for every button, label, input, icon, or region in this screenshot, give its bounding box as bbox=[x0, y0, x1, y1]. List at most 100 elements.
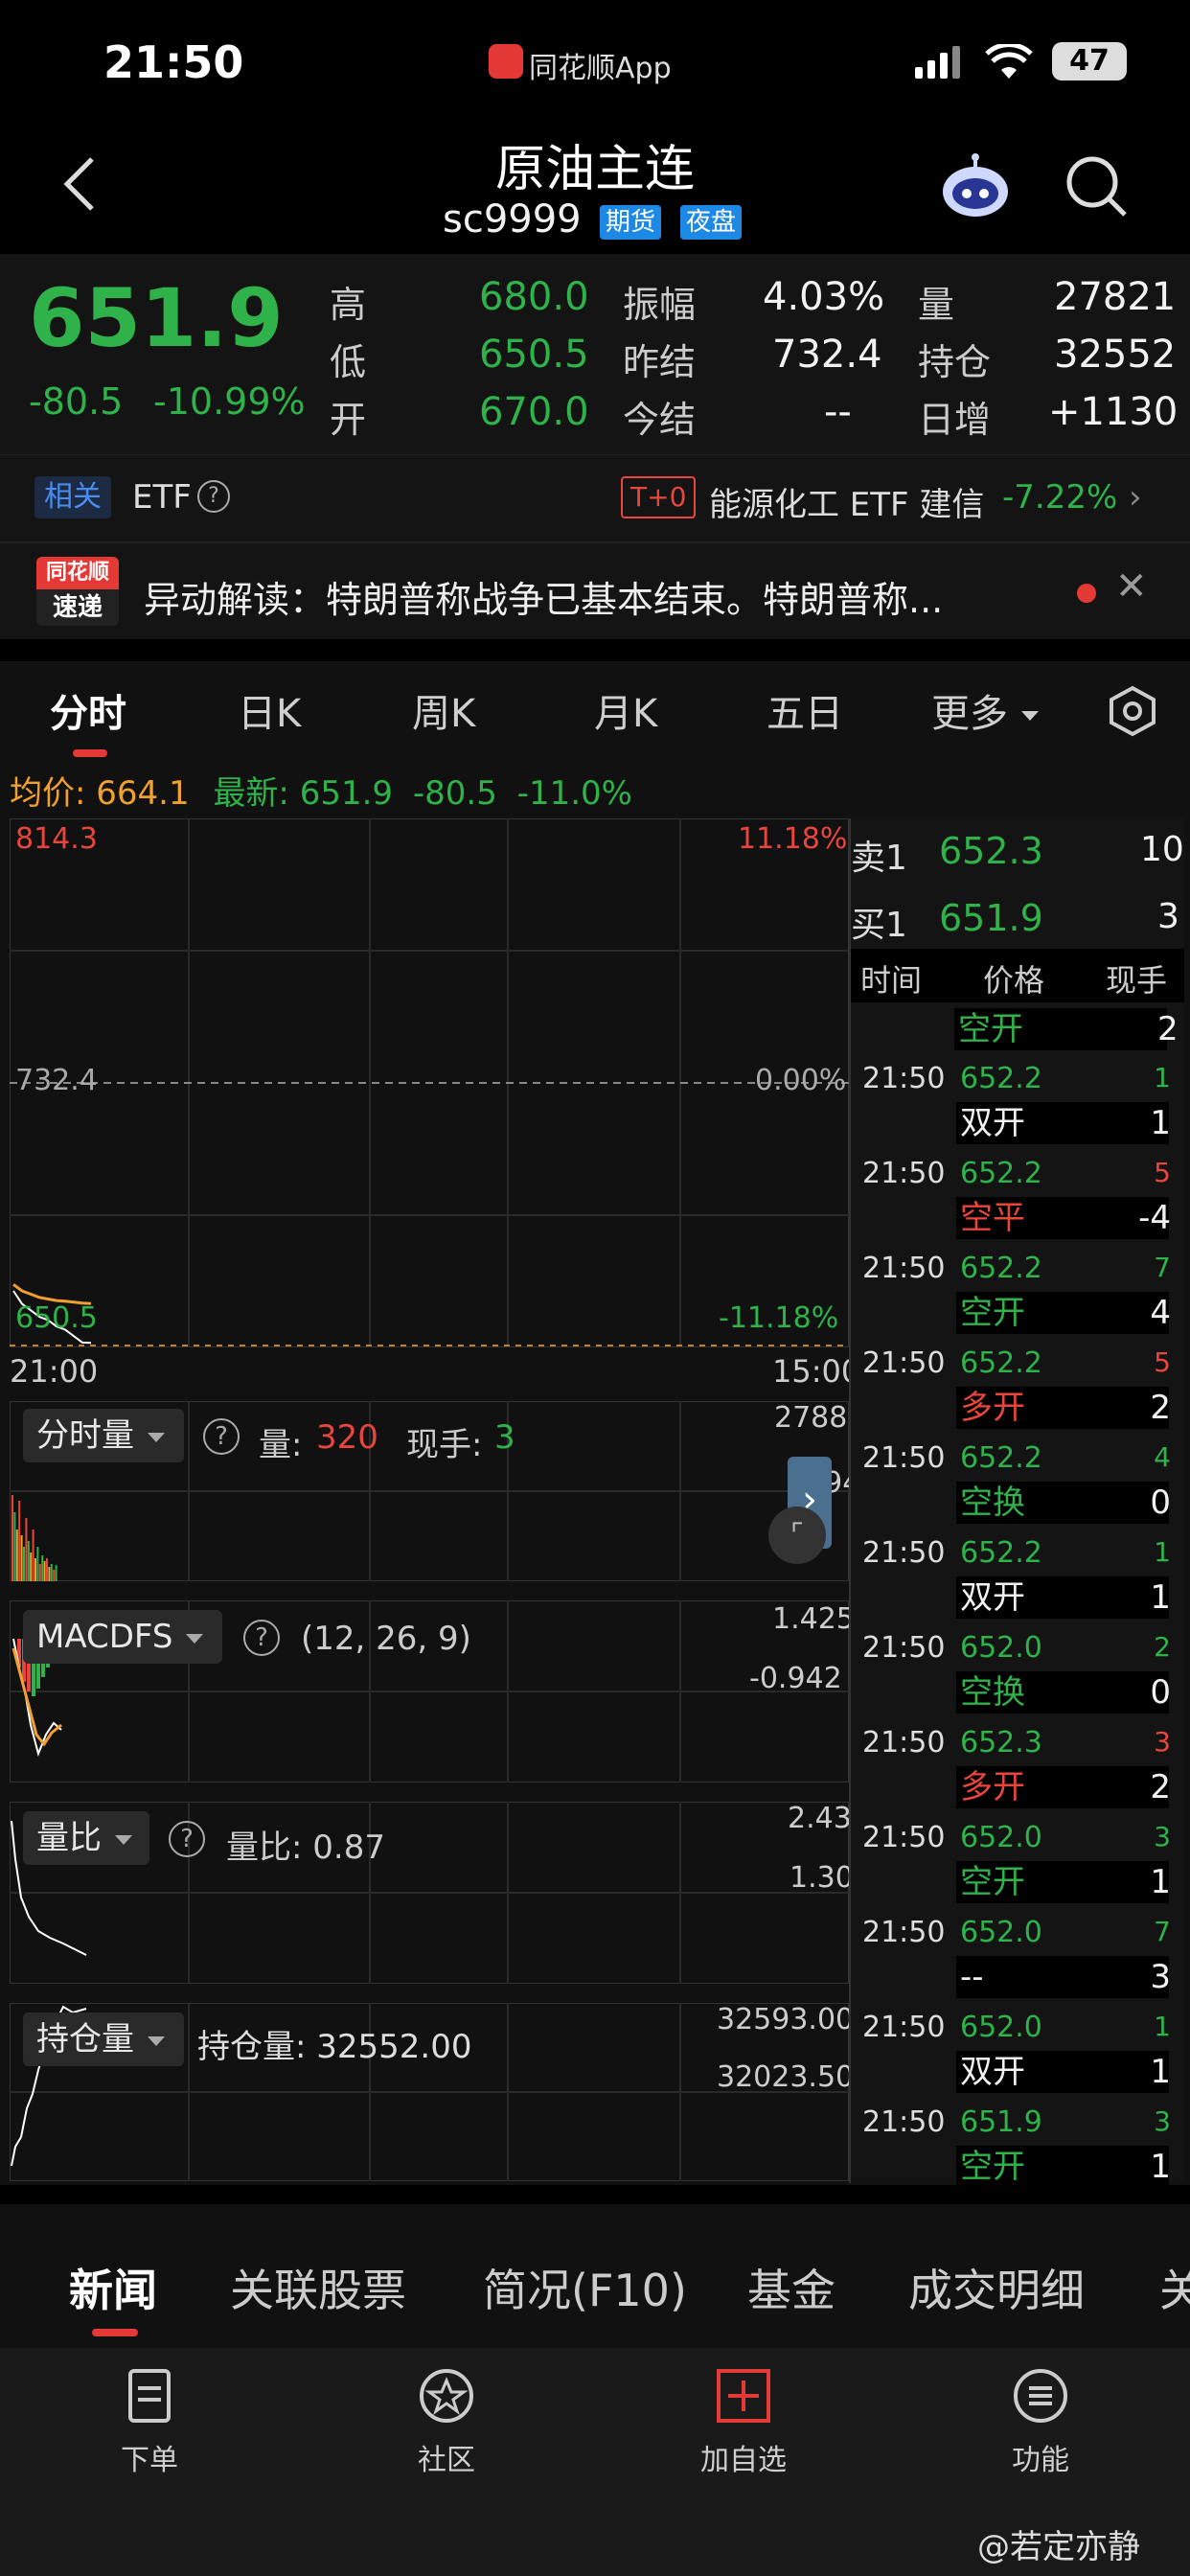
trade-time: 21:50 bbox=[862, 1821, 946, 1854]
trade-type: -- bbox=[956, 1956, 1169, 1998]
field-label: 高 bbox=[330, 284, 367, 326]
field-label: 开 bbox=[330, 399, 367, 441]
fullscreen-icon[interactable]: ⌜ bbox=[768, 1506, 826, 1564]
help-icon[interactable]: ? bbox=[169, 1821, 205, 1857]
news-alert-banner[interactable]: 同花顺 速递 异动解读：特朗普称战争已基本结束。特朗普称... ✕ bbox=[0, 543, 1190, 639]
star-badge-icon bbox=[420, 2369, 473, 2423]
close-icon[interactable]: ✕ bbox=[1115, 564, 1148, 609]
tab-related-stocks[interactable]: 关联股票 bbox=[230, 2256, 406, 2319]
ratio-selector[interactable]: 量比 bbox=[23, 1811, 149, 1865]
t0-badge: T+0 bbox=[621, 476, 697, 518]
oi-label: 持仓量: 32552.00 bbox=[197, 2028, 472, 2066]
help-icon[interactable]: ? bbox=[197, 480, 230, 513]
volume-bar bbox=[36, 1547, 39, 1581]
pct-bottom-label: -11.18% bbox=[719, 1301, 839, 1335]
volume-bar bbox=[15, 1530, 18, 1581]
vol-label: 量: bbox=[259, 1426, 303, 1464]
header-hand: 现手 bbox=[1106, 962, 1168, 999]
trade-price: 652.2 bbox=[960, 1441, 1042, 1475]
news-text: 异动解读：特朗普称战争已基本结束。特朗普称... bbox=[144, 579, 944, 621]
oi-y-mid: 32023.50 bbox=[717, 2060, 855, 2094]
tab-more-label: 更多 bbox=[931, 692, 1008, 736]
tab-trade-detail[interactable]: 成交明细 bbox=[908, 2256, 1085, 2319]
tab-monthly-k[interactable]: 月K bbox=[594, 682, 657, 738]
time-start-label: 21:00 bbox=[10, 1353, 99, 1390]
ratio-y-mid: 1.30 bbox=[790, 1861, 854, 1895]
y-bottom-label: 650.5 bbox=[15, 1301, 98, 1335]
chevron-right-icon: › bbox=[1129, 478, 1142, 517]
bottom-nav: 下单 社区 加自选 功能 @若定亦静 bbox=[0, 2348, 1190, 2576]
volume-bar bbox=[50, 1564, 53, 1581]
trade-type: 多开 bbox=[956, 1387, 1169, 1429]
trade-type: 多开 bbox=[956, 1766, 1169, 1808]
trade-time: 21:50 bbox=[862, 1062, 946, 1095]
trade-hand: 5 bbox=[1154, 1157, 1171, 1188]
intraday-chart[interactable] bbox=[10, 818, 849, 1347]
robot-assistant-icon[interactable] bbox=[937, 153, 1014, 220]
volume-bars bbox=[11, 1495, 57, 1581]
y-mid-label: 732.4 bbox=[15, 1064, 98, 1097]
related-etf-row[interactable]: 相关 ETF ? T+0 能源化工 ETF 建信 -7.22% › bbox=[0, 455, 1190, 541]
help-icon[interactable]: ? bbox=[243, 1620, 280, 1656]
summary-pct: -11.0% bbox=[516, 774, 632, 813]
tab-funds[interactable]: 基金 bbox=[747, 2256, 835, 2319]
nav-functions[interactable]: 功能 bbox=[945, 2367, 1136, 2478]
hand-label: 现手: bbox=[406, 1426, 483, 1464]
tab-intraday[interactable]: 分时 bbox=[50, 682, 126, 738]
trade-price: 652.2 bbox=[960, 1536, 1042, 1570]
oi-selector[interactable]: 持仓量 bbox=[23, 2012, 184, 2066]
volume-bar bbox=[13, 1512, 16, 1581]
add-box-icon bbox=[717, 2369, 770, 2423]
search-icon[interactable] bbox=[1064, 153, 1131, 220]
tab-more-cut[interactable]: 关 bbox=[1159, 2256, 1190, 2319]
field-value-daily-increase: +1130 bbox=[1048, 390, 1179, 434]
trade-type: 空开 bbox=[956, 1861, 1169, 1903]
trade-type: 双开 bbox=[956, 2051, 1169, 2093]
nav-community[interactable]: 社区 bbox=[351, 2367, 542, 2478]
avg-value: 664.1 bbox=[96, 774, 190, 813]
buy1-label: 买1 bbox=[851, 906, 907, 945]
tab-f10[interactable]: 简况(F10) bbox=[483, 2256, 687, 2319]
tab-weekly-k[interactable]: 周K bbox=[412, 682, 475, 738]
tab-five-day[interactable]: 五日 bbox=[767, 682, 843, 738]
trade-hand: 7 bbox=[1154, 1252, 1171, 1283]
nav-community-label: 社区 bbox=[418, 2444, 475, 2477]
news-logo-top: 同花顺 bbox=[36, 557, 119, 589]
trade-price: 652.0 bbox=[960, 1821, 1042, 1854]
battery-icon: 47 bbox=[1052, 42, 1127, 80]
settings-hexagon-icon[interactable] bbox=[1106, 684, 1159, 738]
nav-add-watchlist[interactable]: 加自选 bbox=[648, 2367, 839, 2478]
ratio-selector-label: 量比 bbox=[36, 1819, 102, 1857]
trade-qty: 1 bbox=[1150, 1863, 1171, 1901]
chevron-down-icon bbox=[148, 1432, 165, 1442]
trade-row: 21:50 652.0 2 空换 0 bbox=[853, 1629, 1179, 1724]
volume-selector[interactable]: 分时量 bbox=[23, 1409, 184, 1462]
related-tag: 相关 bbox=[34, 476, 111, 518]
volume-bar bbox=[53, 1570, 56, 1581]
trade-row: 21:50 651.9 3 空开 1 bbox=[853, 2104, 1179, 2198]
trade-row: 21:50 652.2 5 多开 2 bbox=[853, 1345, 1179, 1439]
tab-daily-k[interactable]: 日K bbox=[238, 682, 301, 738]
trade-hand: 7 bbox=[1154, 1916, 1171, 1947]
status-app-name: 同花顺App bbox=[529, 52, 672, 85]
price-change: -80.5 bbox=[29, 380, 124, 423]
help-icon[interactable]: ? bbox=[203, 1418, 240, 1455]
trade-row: 21:50 652.2 1 双开 1 bbox=[853, 1534, 1179, 1629]
trade-price: 652.2 bbox=[960, 1062, 1042, 1095]
badge-futures: 期货 bbox=[600, 205, 662, 240]
trade-time: 21:50 bbox=[862, 1916, 946, 1949]
trade-row: 21:50 652.0 3 空开 1 bbox=[853, 1819, 1179, 1914]
first-trade-type-label: 空开 bbox=[958, 1010, 1023, 1048]
oi-y-top: 32593.00 bbox=[717, 2003, 855, 2036]
tab-more[interactable]: 更多 bbox=[931, 682, 1039, 738]
macd-selector[interactable]: MACDFS bbox=[23, 1610, 222, 1664]
field-value-volume: 27821 bbox=[1054, 275, 1177, 319]
nav-add-watchlist-label: 加自选 bbox=[700, 2444, 787, 2477]
trade-header: 时间 价格 现手 bbox=[851, 949, 1184, 1002]
volume-bar bbox=[27, 1541, 30, 1581]
trade-type: 空开 bbox=[956, 2146, 1169, 2188]
tab-news[interactable]: 新闻 bbox=[69, 2256, 157, 2319]
trade-qty: -4 bbox=[1138, 1199, 1171, 1237]
tab-indicator bbox=[92, 2329, 138, 2336]
nav-order[interactable]: 下单 bbox=[54, 2367, 245, 2478]
